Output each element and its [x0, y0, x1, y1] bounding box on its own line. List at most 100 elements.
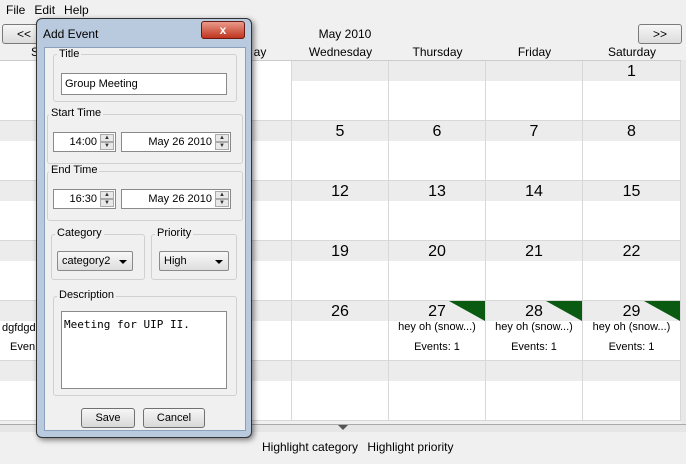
day-header-tuesday: ay: [253, 45, 267, 59]
spin-up-icon[interactable]: ▲: [100, 134, 114, 142]
day-cell[interactable]: 8: [583, 121, 681, 181]
day-cell[interactable]: 12: [292, 181, 389, 241]
spin-up-icon[interactable]: ▲: [215, 134, 229, 142]
day-cell[interactable]: 19: [292, 241, 389, 301]
event-label[interactable]: hey oh (snow...): [583, 321, 680, 333]
spin-down-icon[interactable]: ▼: [215, 142, 229, 150]
day-cell[interactable]: 21: [486, 241, 583, 301]
menu-bar: File Edit Help: [0, 0, 686, 20]
day-number: 19: [331, 243, 349, 260]
start-time-spinner[interactable]: 14:00 ▲ ▼: [53, 132, 116, 152]
end-time-label: End Time: [49, 164, 100, 176]
day-cell[interactable]: 15: [583, 181, 681, 241]
day-cell[interactable]: 26: [292, 301, 389, 361]
day-number: 6: [432, 123, 442, 140]
chevron-down-icon: [215, 260, 223, 264]
description-textarea[interactable]: Meeting for UIP II.: [61, 311, 227, 389]
event-count: Events: 1: [608, 341, 655, 353]
event-label[interactable]: hey oh (snow...): [389, 321, 485, 333]
chevron-down-icon: [119, 260, 127, 264]
day-number: 15: [622, 183, 641, 200]
start-time-value: 14:00: [69, 136, 97, 148]
day-number: 12: [331, 183, 349, 200]
calendar-app: File Edit Help << May 2010 >> S ay Wedne…: [0, 0, 686, 464]
event-count: Events: 1: [414, 341, 460, 353]
day-cell[interactable]: [486, 361, 583, 421]
description-label: Description: [57, 289, 117, 301]
end-date-spinner[interactable]: May 26 2010 ▲ ▼: [121, 189, 231, 209]
event-count: Even: [10, 341, 36, 353]
scroll-down-arrow-icon[interactable]: [338, 425, 348, 430]
day-cell[interactable]: 20: [389, 241, 486, 301]
day-cell[interactable]: 14: [486, 181, 583, 241]
day-cell[interactable]: 6: [389, 121, 486, 181]
next-month-button[interactable]: >>: [638, 24, 682, 44]
start-date-spinner[interactable]: May 26 2010 ▲ ▼: [121, 132, 231, 152]
day-cell[interactable]: 27 hey oh (snow...) Events: 1: [389, 301, 486, 361]
event-count: Events: 1: [511, 341, 557, 353]
day-cell[interactable]: [292, 61, 389, 121]
day-header-friday: Friday: [517, 45, 552, 59]
menu-help[interactable]: Help: [61, 3, 92, 17]
day-number: 7: [529, 123, 539, 140]
day-cell[interactable]: [389, 61, 486, 121]
priority-dropdown[interactable]: High: [159, 251, 229, 271]
day-cell[interactable]: [583, 361, 681, 421]
save-button[interactable]: Save: [81, 408, 135, 428]
day-header-saturday: Saturday: [607, 45, 657, 59]
end-date-value: May 26 2010: [148, 193, 212, 205]
day-cell[interactable]: 1: [583, 61, 681, 121]
spin-up-icon[interactable]: ▲: [100, 191, 114, 199]
day-header-thursday: Thursday: [412, 45, 463, 59]
dialog-title: Add Event: [43, 27, 99, 41]
close-button[interactable]: x: [201, 21, 245, 39]
title-input[interactable]: Group Meeting: [61, 73, 227, 95]
end-time-spinner[interactable]: 16:30 ▲ ▼: [53, 189, 116, 209]
event-label[interactable]: hey oh (snow...): [486, 321, 582, 333]
end-time-value: 16:30: [69, 193, 97, 205]
day-number: 1: [627, 63, 636, 80]
event-marker-icon: [449, 301, 485, 321]
menu-file[interactable]: File: [3, 3, 28, 17]
category-value: category2: [62, 255, 111, 267]
day-number: 22: [622, 243, 641, 260]
day-cell[interactable]: [486, 61, 583, 121]
day-cell[interactable]: 29 hey oh (snow...) Events: 1: [583, 301, 681, 361]
day-cell[interactable]: [292, 361, 389, 421]
close-icon: x: [219, 23, 227, 37]
menu-edit[interactable]: Edit: [31, 3, 58, 17]
day-cell[interactable]: [389, 361, 486, 421]
day-cell[interactable]: 22: [583, 241, 681, 301]
highlight-category-label[interactable]: Highlight category: [262, 440, 358, 454]
highlight-priority-label[interactable]: Highlight priority: [367, 440, 453, 454]
vertical-scrollbar[interactable]: [681, 60, 686, 424]
spin-down-icon[interactable]: ▼: [100, 199, 114, 207]
month-title: May 2010: [318, 27, 372, 41]
day-cell[interactable]: 28 hey oh (snow...) Events: 1: [486, 301, 583, 361]
title-group-label: Title: [57, 48, 82, 60]
event-label: dgfdgd: [2, 322, 36, 334]
spin-down-icon[interactable]: ▼: [215, 199, 229, 207]
spin-down-icon[interactable]: ▼: [100, 142, 114, 150]
event-marker-icon: [644, 301, 680, 321]
day-number: 14: [525, 183, 543, 200]
day-cell[interactable]: 13: [389, 181, 486, 241]
day-number: 20: [428, 243, 446, 260]
day-cell[interactable]: 5: [292, 121, 389, 181]
day-number: 13: [428, 183, 446, 200]
start-time-label: Start Time: [49, 107, 104, 119]
day-number: 8: [627, 123, 636, 140]
priority-value: High: [164, 255, 187, 267]
event-marker-icon: [546, 301, 582, 321]
cancel-button[interactable]: Cancel: [143, 408, 205, 428]
category-dropdown[interactable]: category2: [57, 251, 133, 271]
day-number: 26: [331, 303, 349, 320]
start-date-value: May 26 2010: [148, 136, 212, 148]
day-number: 5: [335, 123, 345, 140]
day-header-wednesday: Wednesday: [308, 45, 373, 59]
highlight-options: Highlight category Highlight priority: [262, 440, 459, 454]
spin-up-icon[interactable]: ▲: [215, 191, 229, 199]
category-label: Category: [55, 227, 104, 239]
day-cell[interactable]: 7: [486, 121, 583, 181]
dialog-body: Title Group Meeting Start Time 14:00 ▲ ▼ …: [44, 47, 246, 431]
